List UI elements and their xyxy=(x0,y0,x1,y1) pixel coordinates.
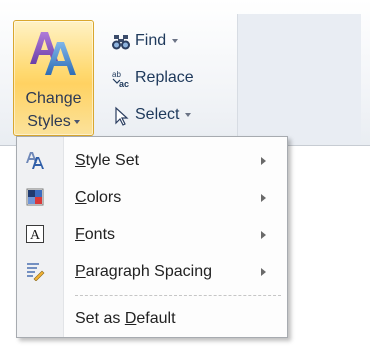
menu-item-style-set[interactable]: Style Set xyxy=(17,142,287,179)
change-styles-label-line2: Styles xyxy=(14,113,93,131)
change-styles-button[interactable]: Change Styles xyxy=(13,20,94,136)
menu-separator xyxy=(75,295,281,296)
change-styles-label-text: Styles xyxy=(27,113,71,130)
replace-ab-ac-icon: ab ac xyxy=(112,70,129,89)
chevron-down-icon xyxy=(172,38,179,43)
chevron-right-icon xyxy=(261,231,266,239)
change-styles-label-line1: Change xyxy=(25,90,82,107)
svg-text:A: A xyxy=(30,228,41,243)
find-label: Find xyxy=(135,32,167,49)
menu-item-label: Paragraph Spacing xyxy=(75,263,212,280)
paragraph-spacing-icon xyxy=(27,263,45,281)
svg-text:ab: ab xyxy=(112,70,121,79)
menu-item-label: Style Set xyxy=(75,152,140,169)
menu-item-set-as-default[interactable]: Set as Default xyxy=(17,300,287,337)
change-styles-aa-icon xyxy=(30,32,76,75)
select-label: Select xyxy=(135,106,180,123)
chevron-down-icon xyxy=(185,112,192,117)
font-a-icon: A xyxy=(26,225,44,243)
replace-label: Replace xyxy=(135,69,194,86)
change-styles-dropdown-menu: Style Set Colors A Fonts Paragraph Spaci… xyxy=(16,136,288,338)
menu-item-colors[interactable]: Colors xyxy=(17,179,287,216)
cursor-arrow-icon xyxy=(115,106,129,126)
menu-item-label: Colors xyxy=(75,189,122,206)
style-set-aa-icon xyxy=(26,152,44,169)
color-swatch-icon xyxy=(26,188,44,206)
chevron-down-icon xyxy=(73,119,80,124)
menu-item-label: Set as Default xyxy=(75,310,176,327)
svg-text:ac: ac xyxy=(119,79,129,89)
ribbon-panel: Change Styles Find ab ac Replace Select xyxy=(0,0,370,146)
menu-item-paragraph-spacing[interactable]: Paragraph Spacing xyxy=(17,253,287,290)
menu-item-fonts[interactable]: A Fonts xyxy=(17,216,287,253)
ribbon-group-background xyxy=(237,14,361,144)
menu-item-label: Fonts xyxy=(75,226,116,243)
binoculars-icon xyxy=(112,35,130,50)
chevron-right-icon xyxy=(261,157,266,165)
chevron-right-icon xyxy=(261,268,266,276)
chevron-right-icon xyxy=(261,194,266,202)
